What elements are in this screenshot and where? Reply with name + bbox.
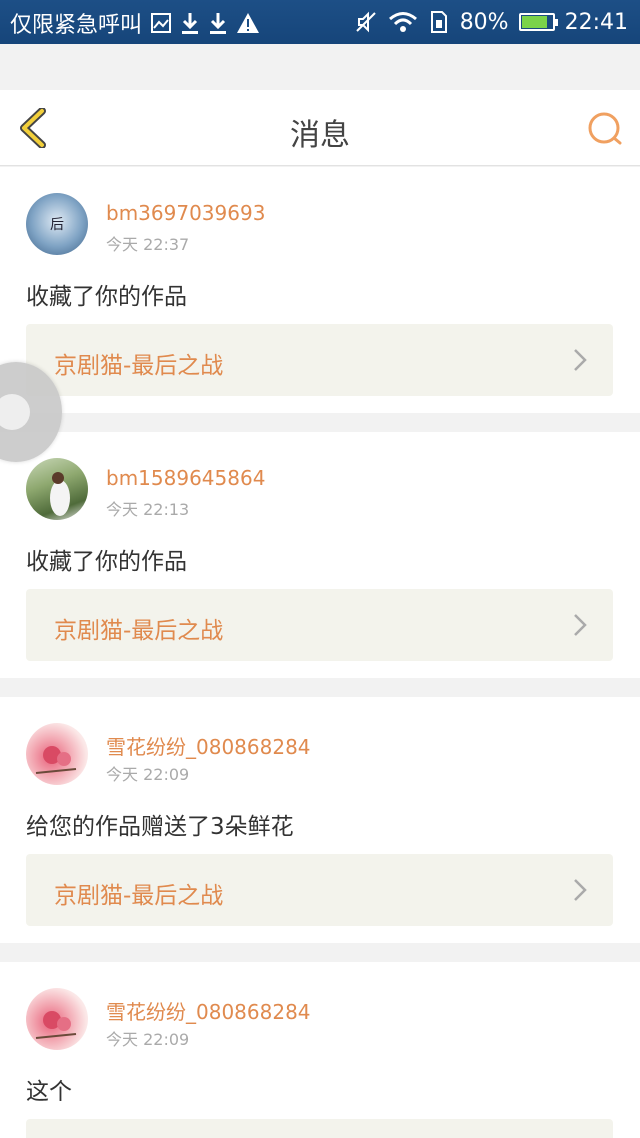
warning-icon — [236, 8, 260, 38]
status-bar: 仅限紧急呼叫 80% 22:41 — [0, 0, 640, 44]
search-icon[interactable] — [586, 110, 624, 148]
navigation-header: 消息 — [0, 90, 640, 166]
mute-icon — [354, 7, 378, 37]
work-link[interactable]: 京剧猫-最后之战 — [26, 589, 613, 661]
battery-icon — [518, 7, 558, 37]
username[interactable]: 雪花纷纷_080868284 — [106, 996, 311, 1025]
chevron-right-icon — [573, 348, 587, 372]
timestamp: 今天 22:09 — [106, 1030, 190, 1049]
work-title: 京剧猫-最后之战 — [54, 353, 224, 379]
page-title: 消息 — [290, 118, 350, 153]
download-icon — [180, 8, 200, 38]
sim-icon — [428, 7, 450, 37]
carrier-text: 仅限紧急呼叫 — [10, 13, 143, 38]
username[interactable]: bm1589645864 — [106, 466, 265, 490]
download-icon — [208, 8, 228, 38]
timestamp: 今天 22:09 — [106, 765, 190, 784]
svg-text:后: 后 — [50, 217, 64, 233]
avatar[interactable] — [26, 988, 88, 1050]
timestamp: 今天 22:13 — [106, 500, 190, 519]
avatar[interactable] — [26, 723, 88, 785]
wifi-icon — [388, 7, 418, 37]
top-spacer — [0, 44, 640, 90]
timestamp: 今天 22:37 — [106, 235, 190, 254]
message-text: 这个 — [26, 1079, 72, 1105]
work-link[interactable] — [26, 1119, 613, 1138]
work-title: 京剧猫-最后之战 — [54, 618, 224, 644]
assist-ball-icon — [0, 394, 30, 430]
work-link[interactable]: 京剧猫-最后之战 — [26, 324, 613, 396]
message-text: 收藏了你的作品 — [26, 549, 187, 575]
avatar[interactable]: 后 — [26, 193, 88, 255]
message-card: bm1589645864 今天 22:13 收藏了你的作品 京剧猫-最后之战 — [0, 432, 640, 678]
message-card: 雪花纷纷_080868284 今天 22:09 给您的作品赠送了3朵鲜花 京剧猫… — [0, 697, 640, 943]
image-icon — [150, 8, 172, 38]
message-text: 给您的作品赠送了3朵鲜花 — [26, 814, 294, 840]
message-card: 雪花纷纷_080868284 今天 22:09 这个 — [0, 962, 640, 1138]
chevron-right-icon — [573, 613, 587, 637]
message-card: 后 bm3697039693 今天 22:37 收藏了你的作品 京剧猫-最后之战 — [0, 167, 640, 413]
message-text: 收藏了你的作品 — [26, 284, 187, 310]
avatar[interactable] — [26, 458, 88, 520]
work-title: 京剧猫-最后之战 — [54, 883, 224, 909]
clock: 22:41 — [564, 9, 628, 35]
battery-percent: 80% — [459, 9, 509, 35]
username[interactable]: 雪花纷纷_080868284 — [106, 731, 311, 760]
username[interactable]: bm3697039693 — [106, 201, 265, 225]
work-link[interactable]: 京剧猫-最后之战 — [26, 854, 613, 926]
chevron-right-icon — [573, 878, 587, 902]
